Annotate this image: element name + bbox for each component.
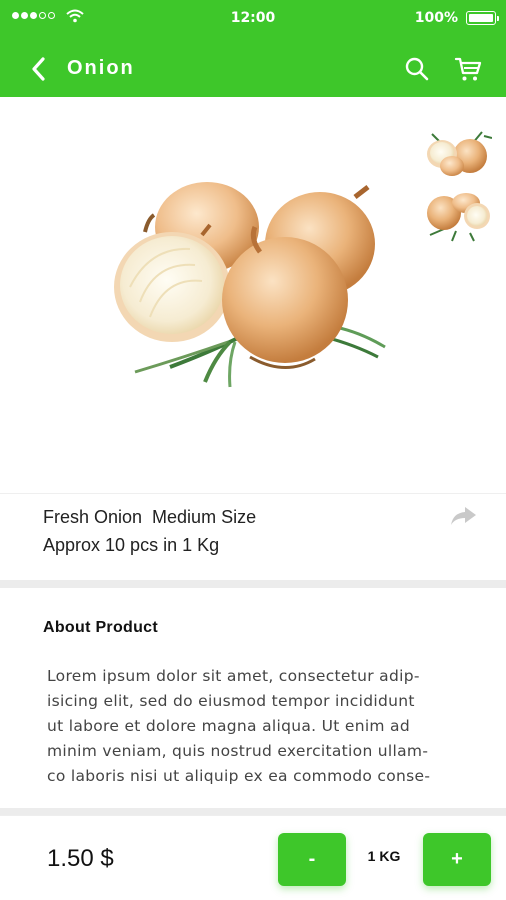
cart-bar: 1.50 $ - 1 KG + xyxy=(0,815,506,900)
product-detail-screen: 12:00 100% Onion Fresh Onion Medium Size… xyxy=(0,0,506,900)
about-text-line: minim veniam, quis nostrud exercitation … xyxy=(47,742,429,760)
app-bar: Onion xyxy=(0,40,506,97)
section-divider xyxy=(0,580,506,588)
increase-quantity-button[interactable]: + xyxy=(423,833,491,886)
quantity-value: 1 KG xyxy=(367,848,401,864)
top-bar: 12:00 100% Onion xyxy=(0,0,506,97)
page-title: Onion xyxy=(67,57,135,79)
share-icon[interactable] xyxy=(449,505,477,527)
decrease-quantity-button[interactable]: - xyxy=(278,833,346,886)
about-text-line: isicing elit, sed do eiusmod tempor inci… xyxy=(47,692,415,710)
about-product-section: About Product Lorem ipsum dolor sit amet… xyxy=(0,588,506,808)
product-image-area xyxy=(0,97,506,490)
battery-percentage: 100% xyxy=(414,10,458,26)
section-divider xyxy=(0,808,506,815)
thumbnail-image[interactable] xyxy=(422,189,492,247)
battery-icon xyxy=(466,11,499,25)
product-subtitle: Approx 10 pcs in 1 Kg xyxy=(43,535,220,555)
price-label: 1.50 $ xyxy=(47,845,114,872)
thumbnail-image[interactable] xyxy=(422,124,492,182)
about-heading: About Product xyxy=(43,619,158,636)
product-info: Fresh Onion Medium Size Approx 10 pcs in… xyxy=(0,493,506,579)
onion-product-image xyxy=(114,182,386,388)
about-text-line: ut labore et dolore magna aliqua. Ut eni… xyxy=(47,717,410,735)
about-description: Lorem ipsum dolor sit amet, consectetur … xyxy=(47,664,477,789)
search-icon[interactable] xyxy=(403,55,431,83)
about-text-line: co laboris nisi ut aliquip ex ea commodo… xyxy=(47,767,431,785)
chevron-left-icon[interactable] xyxy=(26,54,54,84)
about-text-line: Lorem ipsum dolor sit amet, consectetur … xyxy=(47,667,420,685)
status-bar: 12:00 100% xyxy=(0,0,506,36)
cart-icon[interactable] xyxy=(453,54,483,84)
product-title: Fresh Onion Medium Size xyxy=(43,507,257,527)
